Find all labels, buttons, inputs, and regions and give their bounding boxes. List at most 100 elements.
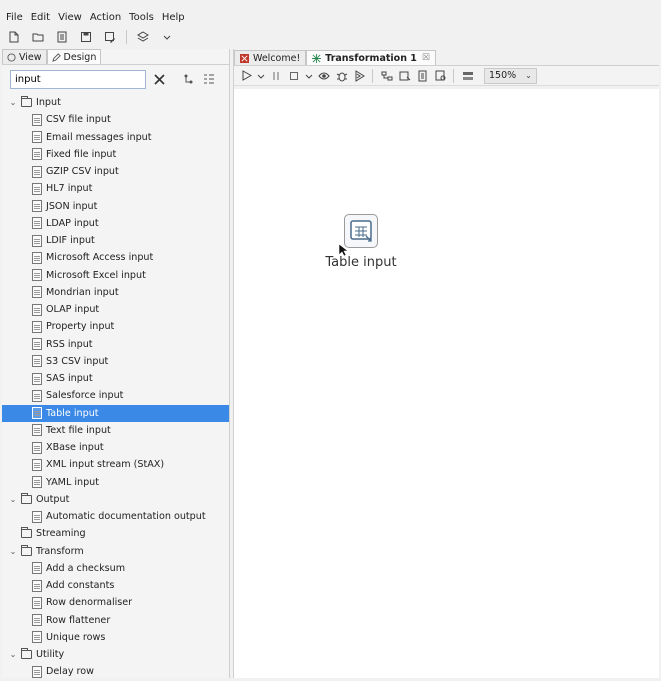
tab-design[interactable]: Design bbox=[46, 49, 102, 64]
step-ldif-input[interactable]: LDIF input bbox=[2, 232, 229, 249]
step-add-a-checksum[interactable]: Add a checksum bbox=[2, 560, 229, 577]
save-icon[interactable] bbox=[76, 28, 96, 46]
impact-icon[interactable] bbox=[397, 68, 413, 84]
table-input-icon bbox=[32, 407, 42, 420]
new-file-icon[interactable] bbox=[4, 28, 24, 46]
chevron-down-icon[interactable]: ⌄ bbox=[8, 98, 18, 107]
menu-file[interactable]: File bbox=[4, 12, 29, 23]
step-rss-input[interactable]: RSS input bbox=[2, 336, 229, 353]
toolbar-divider bbox=[372, 68, 373, 83]
xbase-input-icon bbox=[32, 441, 42, 454]
explore-repository-icon[interactable] bbox=[52, 28, 72, 46]
step-text-file-input[interactable]: Text file input bbox=[2, 422, 229, 439]
tree-item-label: Fixed file input bbox=[46, 148, 117, 160]
step-row-denormaliser[interactable]: Row denormaliser bbox=[2, 594, 229, 611]
salesforce-input-icon bbox=[32, 389, 42, 402]
tree-item-label: Unique rows bbox=[46, 631, 106, 643]
tab-view-label: View bbox=[19, 51, 42, 63]
chevron-down-icon[interactable]: ⌄ bbox=[8, 547, 18, 556]
main-toolbar bbox=[0, 27, 661, 47]
open-folder-icon[interactable] bbox=[28, 28, 48, 46]
menu-help[interactable]: Help bbox=[160, 12, 191, 23]
run-options-chevron-icon[interactable] bbox=[256, 68, 266, 84]
rss-input-icon bbox=[32, 338, 42, 351]
table-input-icon bbox=[350, 220, 372, 242]
folder-icon bbox=[21, 96, 32, 108]
csv-file-input-icon bbox=[32, 113, 42, 126]
pause-icon[interactable] bbox=[268, 68, 284, 84]
tree-item-label: CSV file input bbox=[46, 114, 111, 126]
toolbar-divider bbox=[453, 68, 454, 83]
delay-row-icon bbox=[32, 665, 42, 678]
step-add-constants[interactable]: Add constants bbox=[2, 577, 229, 594]
table-input-step-node[interactable] bbox=[344, 214, 378, 248]
step-fixed-file-input[interactable]: Fixed file input bbox=[2, 146, 229, 163]
step-gzip-csv-input[interactable]: GZIP CSV input bbox=[2, 163, 229, 180]
welcome-icon bbox=[240, 53, 249, 63]
sql-icon[interactable] bbox=[415, 68, 431, 84]
step-mondrian-input[interactable]: Mondrian input bbox=[2, 284, 229, 301]
sas-input-icon bbox=[32, 372, 42, 385]
step-csv-file-input[interactable]: CSV file input bbox=[2, 111, 229, 128]
step-property-input[interactable]: Property input bbox=[2, 318, 229, 335]
category-streaming[interactable]: Streaming bbox=[2, 525, 229, 542]
menu-action[interactable]: Action bbox=[88, 12, 127, 23]
show-results-icon[interactable] bbox=[460, 68, 476, 84]
tab-welcome-label: Welcome! bbox=[253, 52, 301, 64]
step-email-messages-input[interactable]: Email messages input bbox=[2, 129, 229, 146]
category-utility[interactable]: ⌄ Utility bbox=[2, 646, 229, 663]
editor-area: Welcome! Transformation 1 ☒ 150% ⌄ Table… bbox=[233, 49, 659, 678]
step-json-input[interactable]: JSON input bbox=[2, 198, 229, 215]
microsoft-excel-input-icon bbox=[32, 269, 42, 282]
step-microsoft-access-input[interactable]: Microsoft Access input bbox=[2, 249, 229, 266]
step-xml-input-stream-stax[interactable]: XML input stream (StAX) bbox=[2, 456, 229, 473]
transformation-canvas[interactable]: Table input bbox=[234, 89, 659, 678]
category-input[interactable]: ⌄ Input bbox=[2, 94, 229, 111]
run-icon[interactable] bbox=[238, 68, 254, 84]
close-tab-icon[interactable]: ☒ bbox=[422, 53, 430, 63]
stop-icon[interactable] bbox=[286, 68, 302, 84]
step-automatic-documentation-output[interactable]: Automatic documentation output bbox=[2, 508, 229, 525]
category-transform[interactable]: ⌄ Transform bbox=[2, 543, 229, 560]
search-input[interactable] bbox=[10, 69, 146, 89]
step-ldap-input[interactable]: LDAP input bbox=[2, 215, 229, 232]
save-as-icon[interactable] bbox=[100, 28, 120, 46]
step-sas-input[interactable]: SAS input bbox=[2, 370, 229, 387]
step-xbase-input[interactable]: XBase input bbox=[2, 439, 229, 456]
debug-icon[interactable] bbox=[334, 68, 350, 84]
tree-item-label: Row flattener bbox=[46, 614, 111, 626]
step-microsoft-excel-input[interactable]: Microsoft Excel input bbox=[2, 267, 229, 284]
layers-icon[interactable] bbox=[133, 28, 153, 46]
step-unique-rows[interactable]: Unique rows bbox=[2, 629, 229, 646]
replay-icon[interactable] bbox=[352, 68, 368, 84]
step-salesforce-input[interactable]: Salesforce input bbox=[2, 387, 229, 404]
verify-icon[interactable] bbox=[379, 68, 395, 84]
step-s3-csv-input[interactable]: S3 CSV input bbox=[2, 353, 229, 370]
category-output[interactable]: ⌄ Output bbox=[2, 491, 229, 508]
tree-item-label: Mondrian input bbox=[46, 286, 119, 298]
tab-welcome[interactable]: Welcome! bbox=[234, 50, 307, 65]
clear-search-icon[interactable] bbox=[152, 72, 166, 86]
chevron-down-icon[interactable]: ⌄ bbox=[8, 495, 18, 504]
stop-options-chevron-icon[interactable] bbox=[304, 68, 314, 84]
zoom-select[interactable]: 150% ⌄ bbox=[484, 67, 537, 84]
step-table-input[interactable]: Table input bbox=[2, 404, 229, 422]
tab-view[interactable]: View bbox=[2, 49, 47, 64]
menu-view[interactable]: View bbox=[56, 12, 88, 23]
chevron-down-icon[interactable] bbox=[157, 28, 177, 46]
property-input-icon bbox=[32, 320, 42, 333]
expand-all-icon[interactable] bbox=[202, 72, 216, 86]
step-yaml-input[interactable]: YAML input bbox=[2, 474, 229, 491]
tab-transformation-1[interactable]: Transformation 1 ☒ bbox=[306, 50, 436, 65]
explore-db-icon[interactable] bbox=[433, 68, 449, 84]
tree-item-label: Automatic documentation output bbox=[46, 511, 206, 523]
step-olap-input[interactable]: OLAP input bbox=[2, 301, 229, 318]
step-row-flattener[interactable]: Row flattener bbox=[2, 612, 229, 629]
preview-icon[interactable] bbox=[316, 68, 332, 84]
menu-edit[interactable]: Edit bbox=[29, 12, 56, 23]
collapse-all-icon[interactable] bbox=[182, 72, 196, 86]
step-hl7-input[interactable]: HL7 input bbox=[2, 180, 229, 197]
menu-tools[interactable]: Tools bbox=[127, 12, 160, 23]
tree-item-label: Property input bbox=[46, 321, 115, 333]
chevron-down-icon[interactable]: ⌄ bbox=[8, 650, 18, 659]
